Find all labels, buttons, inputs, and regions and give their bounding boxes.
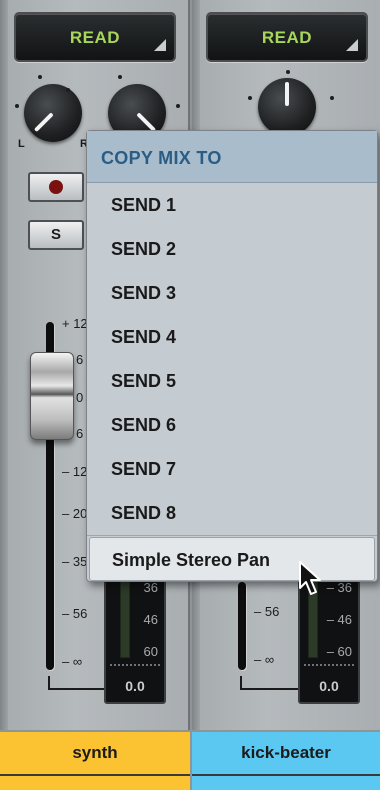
knob-tick: [176, 104, 180, 108]
menu-item-label: SEND 3: [111, 283, 177, 303]
meter-scale-label: – 60: [326, 644, 352, 659]
fader-scale-label: + 12: [62, 316, 88, 331]
knob-tick: [248, 96, 252, 100]
menu-item-label: SEND 4: [111, 327, 177, 347]
fader-scale-label: 6: [76, 426, 84, 441]
menu-item-label: SEND 5: [111, 371, 177, 391]
track-color-strip: [0, 774, 190, 790]
volume-fader-track[interactable]: [238, 582, 246, 670]
fader-scale-label: – 56: [254, 604, 280, 619]
menu-item-send-4[interactable]: SEND 4: [87, 315, 377, 359]
menu-item-send-8[interactable]: SEND 8: [87, 491, 377, 535]
knob-pointer: [33, 112, 54, 133]
menu-item-send-3[interactable]: SEND 3: [87, 271, 377, 315]
menu-item-send-7[interactable]: SEND 7: [87, 447, 377, 491]
record-arm-button[interactable]: [28, 172, 84, 202]
fader-scale: – 56 – ∞: [254, 604, 294, 674]
menu-item-label: SEND 2: [111, 239, 177, 259]
pan-label-left: L: [18, 138, 25, 150]
automation-mode-label: READ: [69, 28, 121, 47]
menu-item-label: SEND 7: [111, 459, 177, 479]
meter-peak-value: 0.0: [125, 678, 145, 694]
record-icon: [49, 180, 63, 194]
menu-title: COPY MIX TO: [101, 148, 222, 168]
copy-mix-context-menu: COPY MIX TO SEND 1 SEND 2 SEND 3 SEND 4 …: [86, 130, 378, 582]
meter-scale-label: 46: [143, 612, 158, 627]
automation-mode-button-synth[interactable]: READ: [14, 12, 176, 62]
solo-button[interactable]: S: [28, 220, 84, 250]
meter-divider: [304, 664, 354, 666]
fader-scale-label: – 20: [62, 506, 88, 521]
fader-bracket: [48, 676, 108, 690]
meter-scale-label: 60: [143, 644, 158, 659]
menu-item-label: SEND 8: [111, 503, 177, 523]
knob-tick: [66, 88, 70, 92]
menu-item-label: Simple Stereo Pan: [112, 550, 271, 570]
track-name-kick-beater[interactable]: kick-beater: [192, 732, 380, 774]
menu-item-simple-stereo-pan[interactable]: Simple Stereo Pan: [89, 537, 375, 581]
menu-item-send-6[interactable]: SEND 6: [87, 403, 377, 447]
fader-scale-label: 0: [76, 390, 84, 405]
meter-divider: [110, 664, 160, 666]
fader-scale-label: – 12: [62, 464, 88, 479]
fader-scale-label: – 56: [62, 606, 88, 621]
knob-tick: [15, 104, 19, 108]
meter-scale-label: – 36: [326, 580, 352, 595]
track-color-strip: [192, 774, 380, 790]
automation-mode-label: READ: [261, 28, 313, 47]
automation-mode-button-kick-beater[interactable]: READ: [206, 12, 368, 62]
knob-pointer: [285, 82, 289, 106]
meter-peak-value: 0.0: [319, 678, 339, 694]
knob-tick: [286, 70, 290, 74]
fader-scale-label: 6: [76, 352, 84, 367]
fader-scale-label: – ∞: [62, 654, 83, 669]
menu-separator: [87, 535, 377, 536]
menu-item-label: SEND 1: [111, 195, 177, 215]
pan-knob-left[interactable]: [24, 84, 82, 142]
menu-item-send-1[interactable]: SEND 1: [87, 183, 377, 227]
pan-knob[interactable]: [258, 78, 316, 136]
fader-bracket: [240, 676, 300, 690]
knob-tick: [118, 75, 122, 79]
menu-item-send-2[interactable]: SEND 2: [87, 227, 377, 271]
mouse-pointer-icon: [299, 561, 321, 595]
fader-scale-label: – 35: [62, 554, 88, 569]
dropdown-triangle-icon: [346, 39, 358, 51]
meter-scale-label: – 46: [326, 612, 352, 627]
strip-edge: [0, 0, 8, 730]
knob-tick: [330, 96, 334, 100]
knob-tick: [38, 75, 42, 79]
fader-scale-label: – ∞: [254, 652, 275, 667]
dropdown-triangle-icon: [154, 39, 166, 51]
menu-header: COPY MIX TO: [87, 131, 377, 183]
track-name-synth[interactable]: synth: [0, 732, 190, 774]
menu-item-send-5[interactable]: SEND 5: [87, 359, 377, 403]
meter-scale-label: 36: [143, 580, 158, 595]
solo-label: S: [50, 226, 61, 243]
menu-item-label: SEND 6: [111, 415, 177, 435]
